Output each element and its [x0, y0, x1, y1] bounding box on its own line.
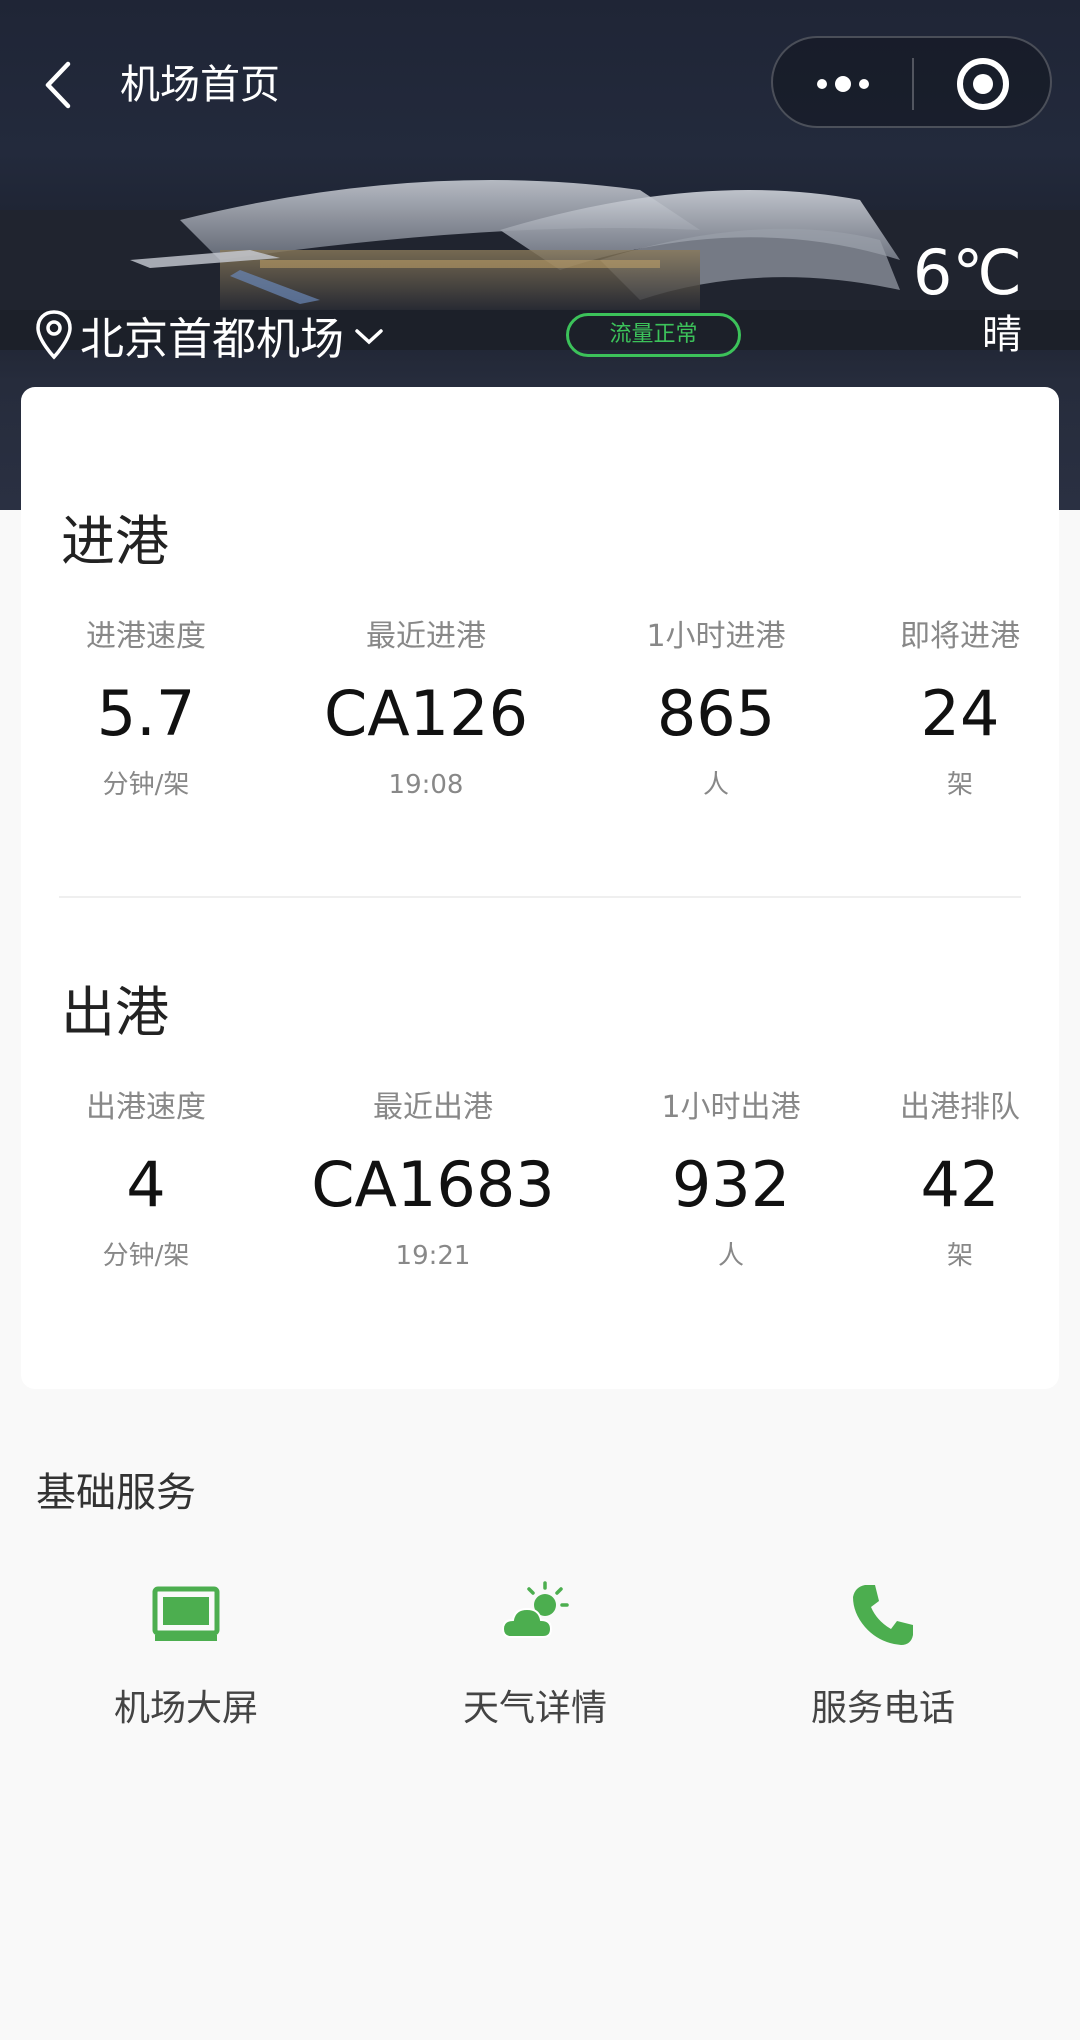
stat-unit: 19:21 — [395, 1241, 471, 1271]
airport-selector[interactable]: 北京首都机场 — [34, 300, 384, 370]
weather-condition: 晴 — [982, 312, 1022, 358]
hourly-departure-stat: 1小时出港 932 人 — [611, 1088, 851, 1274]
back-button[interactable] — [38, 56, 78, 114]
arrival-title: 进港 — [61, 510, 169, 573]
stat-unit: 分钟/架 — [102, 770, 190, 800]
stat-label: 即将进港 — [900, 619, 1020, 654]
service-phone[interactable]: 服务电话 — [733, 1575, 1033, 1731]
stat-label: 1小时出港 — [661, 1090, 801, 1125]
stat-label: 出港排队 — [900, 1090, 1020, 1125]
phone-icon — [853, 1585, 913, 1645]
departure-title: 出港 — [61, 981, 169, 1044]
weather-icon — [501, 1581, 569, 1638]
arrival-stats: 进港速度 5.7 分钟/架 最近进港 CA126 19:08 1小时进港 865… — [21, 617, 1059, 817]
more-dot-icon — [816, 79, 827, 89]
stat-unit: 分钟/架 — [102, 1241, 190, 1271]
service-label: 天气详情 — [462, 1688, 607, 1729]
stat-value: 42 — [920, 1148, 1000, 1221]
temperature: 6℃ — [912, 236, 1022, 309]
arrival-speed-stat: 进港速度 5.7 分钟/架 — [41, 617, 251, 803]
stat-label: 最近出港 — [373, 1090, 493, 1125]
stat-unit: 人 — [717, 1241, 744, 1271]
service-label: 服务电话 — [810, 1688, 955, 1729]
latest-arrival-stat: 最近进港 CA126 19:08 — [291, 617, 561, 803]
flow-status-badge: 流量正常 — [566, 313, 741, 357]
stat-value: 4 — [126, 1148, 166, 1221]
stat-label: 最近进港 — [366, 619, 486, 654]
service-label: 机场大屏 — [113, 1688, 258, 1729]
chevron-left-icon — [45, 61, 71, 109]
stat-label: 1小时进港 — [646, 619, 786, 654]
stat-label: 进港速度 — [86, 619, 206, 654]
more-dot-icon — [858, 79, 869, 89]
stat-unit: 架 — [946, 770, 973, 800]
stat-value: 5.7 — [96, 677, 196, 750]
departure-queue-stat: 出港排队 42 架 — [885, 1088, 1035, 1274]
section-divider — [59, 896, 1021, 898]
airport-name: 北京首都机场 — [80, 314, 344, 365]
close-miniprogram-button[interactable] — [914, 38, 1052, 130]
services-title: 基础服务 — [36, 1470, 196, 1516]
flight-stats-card: 进港 进港速度 5.7 分钟/架 最近进港 CA126 19:08 1小时进港 … — [21, 387, 1059, 1389]
capsule-menu — [771, 36, 1052, 128]
upcoming-arrival-stat: 即将进港 24 架 — [885, 617, 1035, 803]
stat-value: 865 — [656, 677, 776, 750]
stat-unit: 人 — [702, 770, 729, 800]
location-pin-icon — [36, 310, 72, 360]
stat-label: 出港速度 — [86, 1090, 206, 1125]
stat-value: 932 — [671, 1148, 791, 1221]
service-airport-screen[interactable]: 机场大屏 — [36, 1575, 336, 1731]
stat-unit: 19:08 — [388, 770, 464, 800]
service-weather[interactable]: 天气详情 — [385, 1575, 685, 1731]
stat-unit: 架 — [946, 1241, 973, 1271]
stat-value: CA1683 — [311, 1148, 555, 1221]
hourly-arrival-stat: 1小时进港 865 人 — [601, 617, 831, 803]
chevron-down-icon — [355, 329, 383, 345]
stat-value: 24 — [920, 677, 1000, 750]
latest-departure-stat: 最近出港 CA1683 19:21 — [283, 1088, 583, 1274]
departure-speed-stat: 出港速度 4 分钟/架 — [41, 1088, 251, 1274]
target-icon — [957, 58, 1009, 110]
more-dot-icon — [834, 76, 851, 92]
page-title: 机场首页 — [120, 62, 280, 108]
departure-stats: 出港速度 4 分钟/架 最近出港 CA1683 19:21 1小时出港 932 … — [21, 1088, 1059, 1288]
screen-icon — [152, 1586, 220, 1641]
stat-value: CA126 — [323, 677, 529, 750]
more-button[interactable] — [773, 38, 912, 130]
